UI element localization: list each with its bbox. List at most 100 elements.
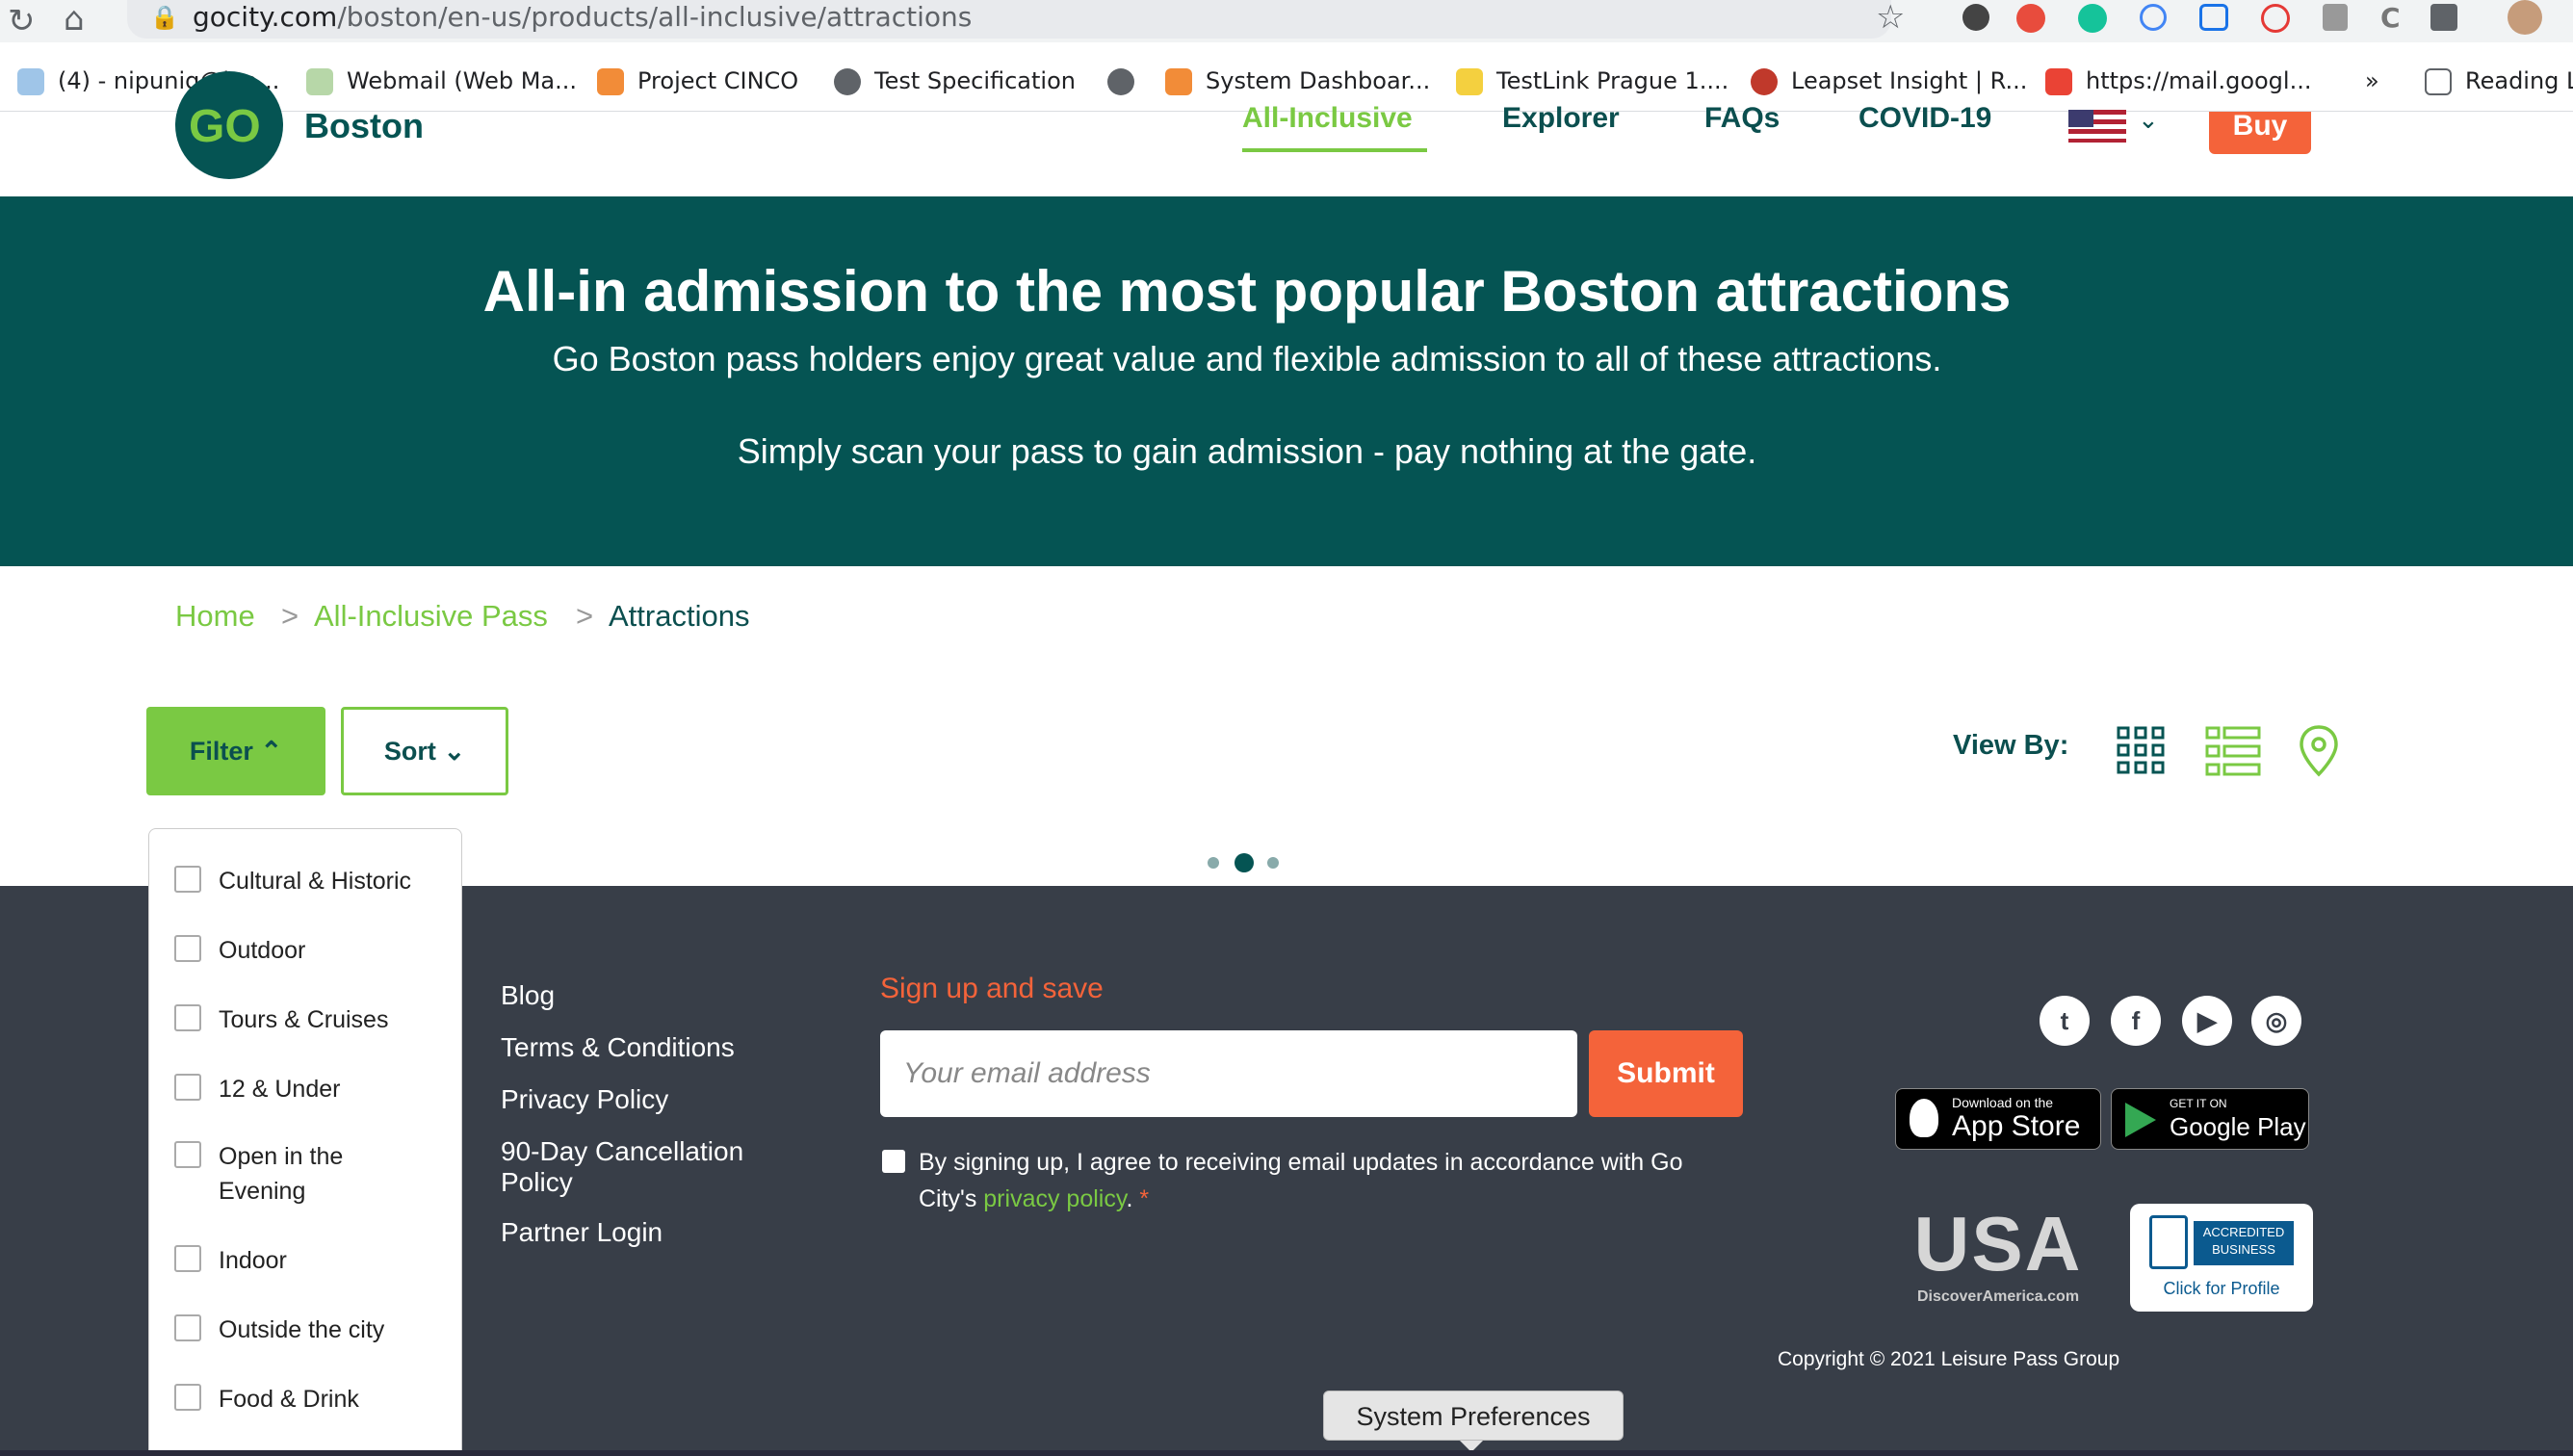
extension-icon[interactable] [2016, 4, 2045, 33]
site-city-name: Boston [304, 106, 424, 145]
breadcrumb-home[interactable]: Home [175, 599, 255, 634]
nav-all-inclusive[interactable]: All-Inclusive [1242, 102, 1413, 135]
checkbox[interactable] [174, 1314, 201, 1341]
avatar[interactable] [2508, 0, 2542, 35]
puzzle-icon[interactable] [2430, 4, 2457, 31]
grammarly-icon[interactable] [2078, 4, 2107, 33]
go-city-logo[interactable]: GO [175, 71, 283, 179]
chevron-down-icon: ⌄ [2138, 106, 2159, 135]
carousel-dot[interactable] [1267, 857, 1279, 869]
logo-text: GO [189, 101, 261, 152]
mail-icon [17, 68, 44, 95]
footer-link-partner-login[interactable]: Partner Login [501, 1217, 663, 1248]
extension-icon[interactable] [2261, 4, 2290, 33]
dropdown-caret [223, 803, 273, 828]
grid-view-icon[interactable] [2117, 726, 2165, 774]
nav-active-underline [1242, 148, 1427, 152]
extension-icon[interactable] [1962, 4, 1989, 31]
bbb-accredited-badge[interactable]: ACCREDITED BUSINESS Click for Profile [2130, 1204, 2313, 1312]
footer-link-terms[interactable]: Terms & Conditions [501, 1032, 735, 1063]
consent-checkbox[interactable] [882, 1150, 905, 1173]
bookmark-star-icon[interactable]: ☆ [1876, 0, 1905, 37]
grid-icon-svg [2117, 726, 2165, 774]
language-selector[interactable]: ⌄ [2068, 106, 2165, 146]
hero-subtitle: Go Boston pass holders enjoy great value… [552, 339, 1942, 378]
chevron-up-icon: ⌃ [260, 737, 283, 766]
carousel-dot-active[interactable] [1235, 853, 1254, 872]
lock-icon: 🔒 [150, 4, 179, 31]
view-by-label: View By: [1953, 730, 2069, 761]
bookmarks-overflow-button[interactable]: » [2365, 62, 2379, 100]
privacy-policy-link[interactable]: privacy policy [983, 1185, 1126, 1212]
atlassian-icon [597, 68, 624, 95]
apple-icon [1910, 1099, 1938, 1137]
checkbox[interactable] [174, 1074, 201, 1101]
hero-note: Simply scan your pass to gain admission … [737, 431, 1757, 471]
bookmark-item[interactable]: Project CINCO [597, 62, 798, 100]
bookmark-item[interactable]: Test Specification [834, 62, 1076, 100]
nav-explorer[interactable]: Explorer [1502, 102, 1620, 135]
bookmark-item[interactable]: https://mail.googl... [2045, 62, 2311, 100]
testlink-icon [1456, 68, 1483, 95]
bookmark-item[interactable]: Leapset Insight | R... [1751, 62, 2027, 100]
browser-toolbar: ↻ ⌂ 🔒 gocity.com/boston/en-us/products/a… [0, 0, 2573, 42]
bookmark-item[interactable]: TestLink Prague 1.... [1456, 62, 1728, 100]
nav-covid[interactable]: COVID-19 [1858, 102, 1991, 135]
home-icon[interactable]: ⌂ [64, 0, 85, 39]
reading-list-button[interactable]: Reading L [2425, 62, 2573, 100]
carousel-dot[interactable] [1208, 857, 1219, 869]
buy-button[interactable]: Buy [2209, 112, 2311, 154]
address-bar[interactable]: 🔒 gocity.com/boston/en-us/products/all-i… [127, 0, 1905, 39]
footer-link-cancellation[interactable]: 90-Day Cancellation Policy [501, 1136, 790, 1198]
extension-icon[interactable]: C [2380, 2, 2401, 34]
checkbox[interactable] [174, 1245, 201, 1272]
youtube-icon[interactable]: ▶ [2182, 996, 2232, 1046]
footer-link-blog[interactable]: Blog [501, 980, 555, 1011]
bookmark-item[interactable]: System Dashboar... [1165, 62, 1430, 100]
globe-icon [1107, 68, 1134, 95]
dock-edge [0, 1450, 2573, 1456]
checkbox[interactable] [174, 866, 201, 893]
discover-america-badge[interactable]: USA DiscoverAmerica.com [1907, 1201, 2090, 1312]
app-store-badge[interactable]: Download on the App Store [1895, 1088, 2101, 1150]
nav-faqs[interactable]: FAQs [1704, 102, 1780, 135]
extension-icon[interactable] [2140, 4, 2167, 31]
footer-link-privacy[interactable]: Privacy Policy [501, 1084, 668, 1115]
hero-title: All-in admission to the most popular Bos… [482, 259, 2012, 324]
filter-dropdown: Cultural & Historic Outdoor Tours & Crui… [148, 828, 462, 1456]
bookmark-item[interactable] [1107, 62, 1148, 100]
breadcrumb-all-inclusive[interactable]: All-Inclusive Pass [314, 599, 548, 634]
extension-icon[interactable] [2199, 4, 2228, 31]
submit-button[interactable]: Submit [1589, 1030, 1743, 1117]
instagram-icon[interactable]: ◎ [2251, 996, 2301, 1046]
filter-button[interactable]: Filter ⌃ [146, 707, 325, 795]
map-view-icon[interactable] [2298, 724, 2340, 778]
copyright: Copyright © 2021 Leisure Pass Group [1778, 1348, 2120, 1370]
consent-text: By signing up, I agree to receiving emai… [919, 1149, 1683, 1212]
checkbox[interactable] [174, 1004, 201, 1031]
twitter-icon[interactable]: t [2040, 996, 2090, 1046]
checkbox[interactable] [174, 1384, 201, 1411]
email-input[interactable] [880, 1030, 1577, 1117]
reading-list-icon [2425, 68, 2452, 95]
bookmark-item[interactable]: Webmail (Web Ma... [306, 62, 577, 100]
facebook-icon[interactable]: f [2111, 996, 2161, 1046]
google-play-icon [2125, 1103, 2156, 1137]
breadcrumb-separator: > [576, 599, 594, 633]
extension-icons[interactable]: C [1955, 0, 2465, 35]
google-play-badge[interactable]: GET IT ON Google Play [2111, 1088, 2309, 1150]
list-view-icon[interactable] [2205, 726, 2261, 776]
leapset-icon [1751, 68, 1778, 95]
checkbox[interactable] [174, 935, 201, 962]
flag-canton [2068, 110, 2093, 127]
hero-banner: All-in admission to the most popular Bos… [0, 196, 2573, 566]
system-preferences-tooltip: System Preferences [1323, 1391, 1624, 1441]
signup-heading: Sign up and save [880, 973, 1104, 1004]
reload-icon[interactable]: ↻ [8, 2, 36, 40]
extension-icon[interactable] [2323, 4, 2348, 31]
list-icon-svg [2205, 726, 2261, 776]
breadcrumb-current: Attractions [609, 599, 750, 633]
checkbox[interactable] [174, 1141, 201, 1168]
breadcrumb-separator: > [281, 599, 299, 633]
sort-button[interactable]: Sort ⌄ [341, 707, 508, 795]
